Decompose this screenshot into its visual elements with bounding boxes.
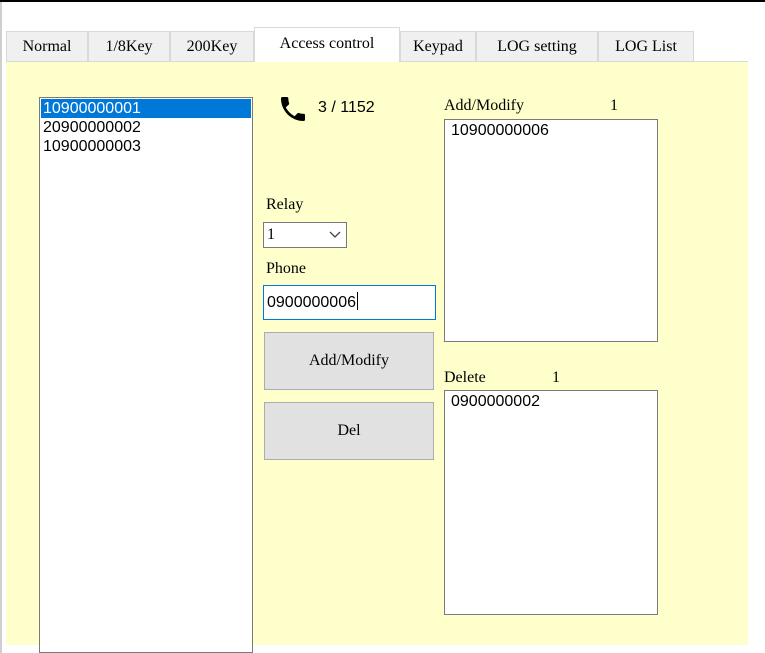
tab-access-control[interactable]: Access control (254, 27, 400, 62)
tab-log-list[interactable]: LOG List (598, 31, 694, 61)
delete-label: Delete (444, 369, 486, 386)
delete-list[interactable]: 0900000002 (444, 390, 658, 615)
relay-select-value: 1 (267, 226, 275, 243)
tab-strip: Normal 1/8Key 200Key Access control Keyp… (6, 27, 756, 62)
add-modify-button[interactable]: Add/Modify (264, 332, 434, 390)
phone-handset-icon (281, 97, 305, 121)
phone-count: 3 / 1152 (318, 99, 375, 116)
list-item[interactable]: 10900000001 (41, 99, 251, 118)
phone-input-value: 0900000006 (267, 294, 356, 311)
list-item[interactable]: 10900000006 (449, 121, 656, 140)
tab-log-setting[interactable]: LOG setting (476, 31, 598, 61)
add-modify-label: Add/Modify (444, 97, 524, 114)
list-item[interactable]: 0900000002 (449, 392, 656, 411)
chevron-down-icon (329, 231, 341, 238)
text-caret (356, 292, 358, 310)
add-modify-count: 1 (610, 97, 618, 114)
relay-label: Relay (266, 196, 304, 213)
window-left-border (0, 2, 2, 653)
delete-count: 1 (552, 369, 560, 386)
tab-normal[interactable]: Normal (6, 31, 88, 61)
list-item[interactable]: 20900000002 (41, 118, 251, 137)
phone-input[interactable]: 0900000006 (263, 285, 436, 320)
relay-select[interactable]: 1 (263, 222, 347, 248)
list-item[interactable]: 10900000003 (41, 137, 251, 156)
add-modify-list[interactable]: 10900000006 (444, 119, 658, 342)
phone-number-list[interactable]: 10900000001 20900000002 10900000003 (39, 97, 253, 653)
window-top-border (0, 0, 765, 2)
tab-keypad[interactable]: Keypad (400, 31, 476, 61)
phone-label: Phone (266, 260, 306, 277)
tab-200key[interactable]: 200Key (170, 31, 254, 61)
tab-1-8key[interactable]: 1/8Key (88, 31, 170, 61)
del-button[interactable]: Del (264, 402, 434, 460)
